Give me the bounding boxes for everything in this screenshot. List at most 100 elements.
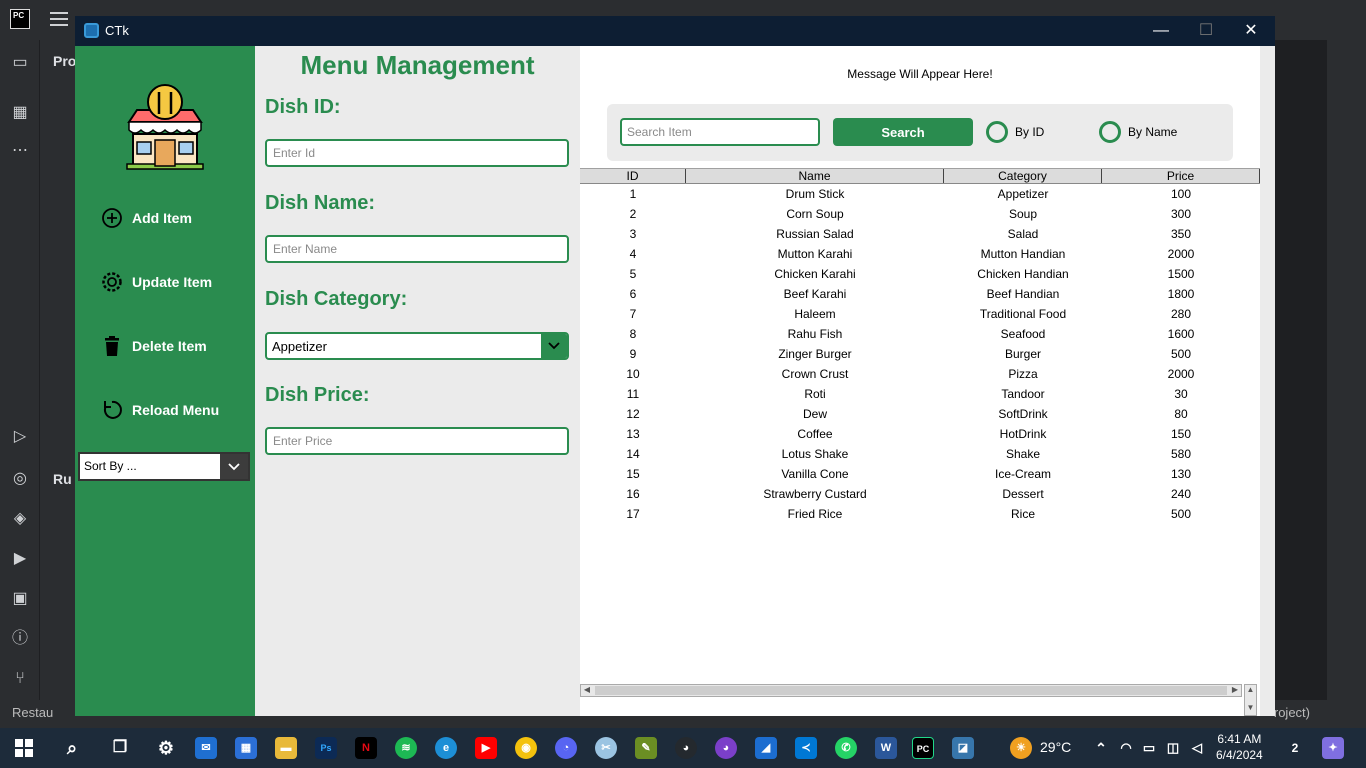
copilot-icon[interactable]: ✦	[1322, 737, 1344, 759]
scroll-up-icon[interactable]: ▲	[1245, 685, 1256, 694]
table-row[interactable]: 3 Russian Salad Salad 350	[580, 224, 1260, 244]
clock[interactable]: 6:41 AM 6/4/2024	[1216, 731, 1263, 763]
settings-icon[interactable]: ⚙	[155, 737, 177, 759]
camera-icon[interactable]: ◫	[1162, 737, 1184, 759]
run-panel-label[interactable]: Ru	[53, 471, 72, 487]
table-row[interactable]: 11 Roti Tandoor 30	[580, 384, 1260, 404]
chevron-up-icon[interactable]: ⌃	[1090, 737, 1112, 759]
ide-menu-icon[interactable]	[50, 12, 68, 26]
git-icon[interactable]: ⑂	[9, 668, 31, 690]
python-icon[interactable]: ◪	[952, 737, 974, 759]
table-row[interactable]: 6 Beef Karahi Beef Handian 1800	[580, 284, 1260, 304]
radio-by-name[interactable]: By Name	[1099, 121, 1177, 143]
project-panel-label[interactable]: Pro	[53, 53, 76, 69]
store-icon[interactable]: ▦	[235, 737, 257, 759]
python-console-icon[interactable]: ◎	[9, 468, 31, 490]
chevron-down-icon[interactable]	[541, 334, 567, 358]
services-icon[interactable]: ▶	[9, 548, 31, 570]
scrollbar-thumb[interactable]	[595, 686, 1227, 695]
snipping-tool-icon[interactable]: ✂	[595, 737, 617, 759]
scroll-left-icon[interactable]: ◀	[581, 684, 593, 697]
trash-icon	[99, 333, 125, 359]
delete-item-button[interactable]: Delete Item	[99, 331, 207, 361]
notification-center-icon[interactable]: 2	[1284, 737, 1306, 759]
photoshop-icon[interactable]: Ps	[315, 737, 337, 759]
pycharm-logo[interactable]: PC	[10, 9, 30, 29]
add-item-button[interactable]: Add Item	[99, 203, 192, 233]
pycharm-taskbar-icon[interactable]: PC	[912, 737, 934, 759]
table-row[interactable]: 10 Crown Crust Pizza 2000	[580, 364, 1260, 384]
table-row[interactable]: 14 Lotus Shake Shake 580	[580, 444, 1260, 464]
radio-by-id[interactable]: By ID	[986, 121, 1044, 143]
weather-icon[interactable]: ☀	[1010, 737, 1032, 759]
status-project-name[interactable]: Restau	[12, 705, 53, 720]
battery-icon[interactable]: ▭	[1138, 737, 1160, 759]
dish-id-input[interactable]	[265, 139, 569, 167]
table-row[interactable]: 1 Drum Stick Appetizer 100	[580, 184, 1260, 204]
table-row[interactable]: 5 Chicken Karahi Chicken Handian 1500	[580, 264, 1260, 284]
scroll-down-icon[interactable]: ▼	[1245, 703, 1256, 712]
mail-icon[interactable]: ✉	[195, 737, 217, 759]
table-row[interactable]: 9 Zinger Burger Burger 500	[580, 344, 1260, 364]
column-header-price[interactable]: Price	[1102, 169, 1260, 183]
table-row[interactable]: 13 Coffee HotDrink 150	[580, 424, 1260, 444]
column-header-name[interactable]: Name	[686, 169, 944, 183]
table-row[interactable]: 17 Fried Rice Rice 500	[580, 504, 1260, 524]
update-item-button[interactable]: Update Item	[99, 267, 212, 297]
table-row[interactable]: 8 Rahu Fish Seafood 1600	[580, 324, 1260, 344]
youtube-icon[interactable]: ▶	[475, 737, 497, 759]
dish-price-input[interactable]	[265, 427, 569, 455]
github-desktop-icon[interactable]: ◕	[715, 737, 737, 759]
maximize-button[interactable]: ☐	[1183, 16, 1229, 46]
file-explorer-icon[interactable]: ▬	[275, 737, 297, 759]
table-row[interactable]: 16 Strawberry Custard Dessert 240	[580, 484, 1260, 504]
horizontal-scrollbar[interactable]: ◀ ▶	[580, 684, 1242, 697]
windows-start-icon[interactable]	[15, 739, 33, 757]
task-view-icon[interactable]: ❐	[109, 737, 131, 759]
table-row[interactable]: 7 Haleem Traditional Food 280	[580, 304, 1260, 324]
dish-category-dropdown[interactable]: Appetizer	[265, 332, 569, 360]
search-icon[interactable]: ⌕	[61, 737, 83, 759]
structure-icon[interactable]: ▦	[9, 102, 31, 124]
table-row[interactable]: 4 Mutton Karahi Mutton Handian 2000	[580, 244, 1260, 264]
word-icon[interactable]: W	[875, 737, 897, 759]
run-tool-icon[interactable]: ▷	[9, 426, 31, 448]
status-message: Message Will Appear Here!	[847, 67, 993, 81]
whatsapp-icon[interactable]: ✆	[835, 737, 857, 759]
vertical-scrollbar[interactable]: ▲ ▼	[1244, 684, 1257, 716]
weather-temperature[interactable]: 29°C	[1040, 739, 1071, 755]
chrome-icon[interactable]: ◉	[515, 737, 537, 759]
table-row[interactable]: 2 Corn Soup Soup 300	[580, 204, 1260, 224]
status-interpreter[interactable]: roject)	[1274, 705, 1310, 720]
azure-icon[interactable]: ◢	[755, 737, 777, 759]
project-folder-icon[interactable]: ▭	[9, 52, 31, 74]
discord-icon[interactable]: ◔	[555, 737, 577, 759]
reload-menu-button[interactable]: Reload Menu	[99, 395, 219, 425]
minimize-button[interactable]: —	[1138, 16, 1184, 46]
chevron-down-icon[interactable]	[220, 454, 248, 479]
table-row[interactable]: 12 Dew SoftDrink 80	[580, 404, 1260, 424]
close-button[interactable]: ✕	[1228, 16, 1274, 46]
volume-icon[interactable]: ◁	[1186, 737, 1208, 759]
vscode-icon[interactable]: ≺	[795, 737, 817, 759]
dish-name-input[interactable]	[265, 235, 569, 263]
github-icon[interactable]: ◕	[675, 737, 697, 759]
problems-icon[interactable]: ⓘ	[9, 628, 31, 650]
search-input[interactable]	[620, 118, 820, 146]
more-tools-icon[interactable]: ⋯	[9, 140, 31, 162]
layers-icon[interactable]: ◈	[9, 508, 31, 530]
column-header-id[interactable]: ID	[580, 169, 686, 183]
search-button[interactable]: Search	[833, 118, 973, 146]
spotify-icon[interactable]: ≋	[395, 737, 417, 759]
scroll-right-icon[interactable]: ▶	[1229, 684, 1241, 697]
cell-id: 13	[626, 427, 640, 441]
paint-icon[interactable]: ✎	[635, 737, 657, 759]
column-header-category[interactable]: Category	[944, 169, 1102, 183]
netflix-icon[interactable]: N	[355, 737, 377, 759]
sort-dropdown[interactable]: Sort By ...	[78, 452, 250, 481]
edge-icon[interactable]: e	[435, 737, 457, 759]
radio-by-id-label: By ID	[1015, 125, 1045, 139]
terminal-icon[interactable]: ▣	[9, 588, 31, 610]
wifi-icon[interactable]: ◠	[1115, 737, 1137, 759]
table-row[interactable]: 15 Vanilla Cone Ice-Cream 130	[580, 464, 1260, 484]
